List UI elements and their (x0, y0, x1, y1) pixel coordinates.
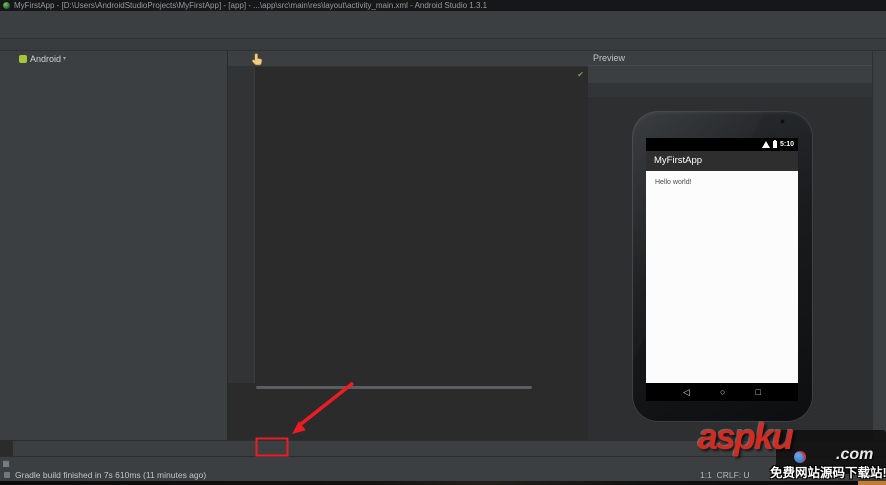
hello-world-text: Hello world! (655, 179, 692, 186)
nav-recents-icon: □ (755, 387, 761, 397)
app-action-bar: MyFirstApp (646, 151, 798, 171)
left-tool-stripe (0, 51, 14, 440)
right-tool-stripe (872, 51, 886, 440)
project-tree (13, 67, 227, 440)
preview-config-toolbar (588, 65, 872, 83)
device-screen: 5:10 MyFirstApp Hello world! ◁ ○ □ (646, 138, 798, 401)
status-bar: Gradle build finished in 7s 610ms (11 mi… (0, 469, 886, 481)
breadcrumb (0, 39, 886, 51)
horizontal-scrollbar[interactable] (254, 385, 586, 390)
camera-dot (780, 119, 785, 124)
main-toolbar (0, 24, 886, 39)
project-view-selector[interactable]: Android (30, 54, 61, 64)
preview-title: Preview (593, 53, 626, 63)
wifi-icon (761, 141, 770, 148)
editor: ✔ (228, 51, 588, 440)
title-bar: MyFirstApp - [D:\Users\AndroidStudioProj… (0, 0, 886, 11)
nav-back-icon: ◁ (683, 386, 690, 397)
tool-window-toggle-icon[interactable]: ▦ (0, 459, 12, 468)
code-editor[interactable]: ✔ (228, 67, 588, 383)
nav-home-icon: ○ (720, 387, 726, 397)
android-studio-window: MyFirstApp - [D:\Users\AndroidStudioProj… (0, 0, 886, 485)
editor-mode-tab-bar (13, 440, 886, 456)
preview-zoom-toolbar (588, 83, 872, 97)
inspection-status-icon: ✔ (577, 70, 584, 79)
device-clock: 5:10 (779, 141, 794, 148)
status-event-icon[interactable] (4, 472, 10, 478)
preview-header: Preview (588, 51, 872, 65)
android-studio-icon (3, 2, 10, 9)
project-panel: Android ▾ (13, 51, 228, 440)
editor-gutter (228, 67, 255, 383)
project-panel-header: Android ▾ (13, 51, 227, 66)
caret-position-and-encoding[interactable]: 1:1 CRLF: U (700, 469, 750, 481)
status-message: Gradle build finished in 7s 610ms (11 mi… (15, 470, 207, 480)
menu-bar (0, 11, 886, 24)
app-content: Hello world! (646, 171, 798, 383)
chevron-down-icon: ▾ (63, 56, 67, 62)
device-nav-bar: ◁ ○ □ (646, 383, 798, 401)
android-view-icon (19, 54, 27, 63)
battery-icon (772, 140, 777, 148)
editor-tab-bar (228, 51, 588, 67)
watermark-strip (0, 481, 886, 485)
device-status-bar: 5:10 (646, 138, 798, 151)
tool-window-bar: ▦ (0, 456, 886, 470)
window-title: MyFirstApp - [D:\Users\AndroidStudioProj… (14, 1, 488, 10)
